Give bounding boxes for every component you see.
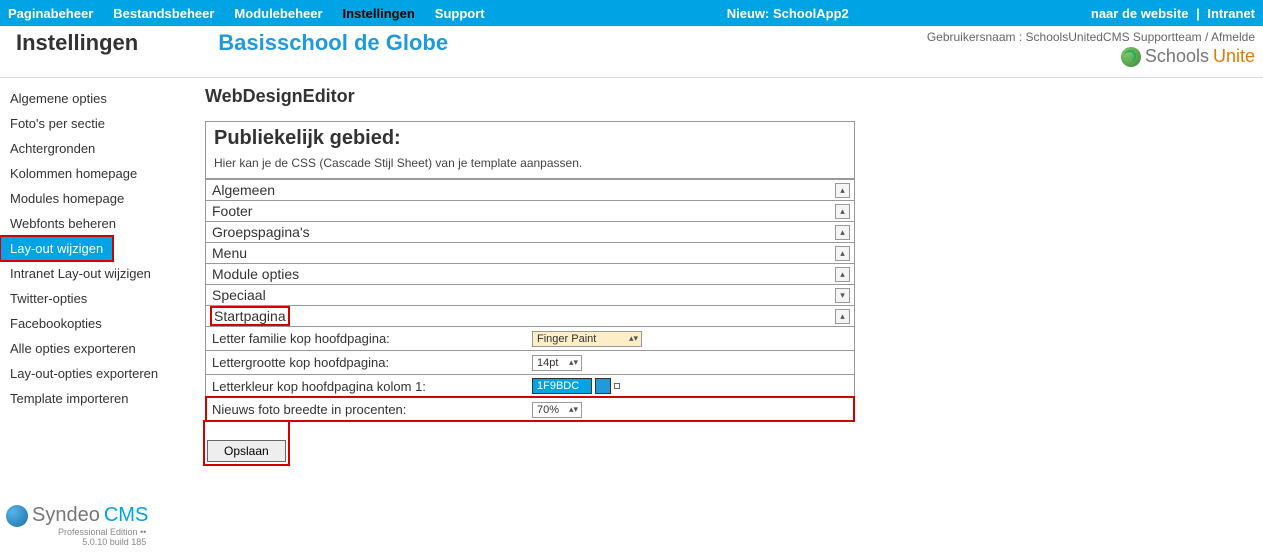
nav-bestandsbeheer[interactable]: Bestandsbeheer: [113, 6, 214, 21]
chevron-updown-icon: ▴▾: [569, 357, 578, 368]
school-name: Basisschool de Globe: [218, 30, 448, 56]
option-news-photo-width: Nieuws foto breedte in procenten: 70% ▴▾: [206, 397, 854, 421]
sidebar-item-fotos-per-sectie[interactable]: Foto's per sectie: [0, 111, 195, 136]
top-announcement: Nieuw: SchoolApp2: [727, 6, 849, 21]
chevron-updown-icon: ▴▾: [629, 333, 638, 344]
sidebar-item-kolommen-homepage[interactable]: Kolommen homepage: [0, 161, 195, 186]
collapse-up-icon[interactable]: ▴: [835, 225, 850, 240]
section-label: Speciaal: [212, 287, 266, 303]
color-input[interactable]: [532, 378, 592, 394]
section-footer[interactable]: Footer ▴: [206, 200, 854, 221]
chevron-updown-icon: ▴▾: [569, 404, 578, 415]
font-family-select[interactable]: Finger Paint ▴▾: [532, 331, 642, 347]
nav-paginabeheer[interactable]: Paginabeheer: [8, 6, 93, 21]
sidebar: Algemene opties Foto's per sectie Achter…: [0, 78, 195, 484]
footer-brand-a: Syndeo: [32, 504, 100, 527]
option-label: Nieuws foto breedte in procenten:: [212, 402, 532, 417]
option-font-family: Letter familie kop hoofdpagina: Finger P…: [206, 326, 854, 350]
footer-brand-b: CMS: [104, 504, 148, 527]
user-info: Gebruikersnaam : SchoolsUnitedCMS Suppor…: [927, 30, 1255, 44]
sidebar-item-intranet-layout[interactable]: Intranet Lay-out wijzigen: [0, 261, 195, 286]
top-nav: Paginabeheer Bestandsbeheer Modulebeheer…: [8, 6, 485, 21]
footer-version: 5.0.10 build 185: [82, 537, 146, 547]
section-module-opties[interactable]: Module opties ▴: [206, 263, 854, 284]
link-intranet[interactable]: Intranet: [1207, 6, 1255, 21]
sidebar-item-webfonts-beheren[interactable]: Webfonts beheren: [0, 211, 195, 236]
save-highlight: Opslaan: [205, 422, 288, 464]
sidebar-item-algemene-opties[interactable]: Algemene opties: [0, 86, 195, 111]
brand-logo: SchoolsUnite: [927, 46, 1255, 67]
select-value: Finger Paint: [537, 333, 596, 345]
page-title: Instellingen: [8, 30, 138, 56]
news-width-select[interactable]: 70% ▴▾: [532, 402, 582, 418]
section-startpagina[interactable]: Startpagina ▴: [206, 305, 854, 326]
footer-brand: SyndeoCMS Professional Edition •• 5.0.10…: [6, 504, 148, 547]
section-label: Startpagina: [212, 308, 288, 324]
logout-link[interactable]: Afmelde: [1211, 30, 1255, 44]
panel-heading: Publiekelijk gebied:: [214, 127, 846, 150]
section-groepspaginas[interactable]: Groepspagina's ▴: [206, 221, 854, 242]
section-label: Algemeen: [212, 182, 275, 198]
sidebar-item-layout-opties-exporteren[interactable]: Lay-out-opties exporteren: [0, 361, 195, 386]
header: Instellingen Basisschool de Globe Gebrui…: [0, 26, 1263, 78]
sidebar-item-alle-opties-exporteren[interactable]: Alle opties exporteren: [0, 336, 195, 361]
username: SchoolsUnitedCMS Supportteam: [1026, 30, 1202, 44]
sidebar-item-twitter-opties[interactable]: Twitter-opties: [0, 286, 195, 311]
collapse-up-icon[interactable]: ▴: [835, 204, 850, 219]
globe-icon: [1121, 47, 1141, 67]
link-website[interactable]: naar de website: [1091, 6, 1189, 21]
sidebar-item-layout-wijzigen[interactable]: Lay-out wijzigen: [0, 236, 113, 261]
option-label: Letter familie kop hoofdpagina:: [212, 331, 532, 346]
select-value: 14pt: [537, 357, 558, 369]
section-menu[interactable]: Menu ▴: [206, 242, 854, 263]
font-size-select[interactable]: 14pt ▴▾: [532, 355, 582, 371]
section-label: Module opties: [212, 266, 299, 282]
section-label: Footer: [212, 203, 252, 219]
save-button[interactable]: Opslaan: [207, 440, 286, 462]
content-title: WebDesignEditor: [205, 86, 1253, 107]
color-swatch[interactable]: [595, 378, 611, 394]
top-bar: Paginabeheer Bestandsbeheer Modulebeheer…: [0, 0, 1263, 26]
collapse-up-icon[interactable]: ▴: [835, 309, 850, 324]
main: Algemene opties Foto's per sectie Achter…: [0, 78, 1263, 484]
select-value: 70%: [537, 404, 559, 416]
sidebar-item-modules-homepage[interactable]: Modules homepage: [0, 186, 195, 211]
content: WebDesignEditor Publiekelijk gebied: Hie…: [195, 78, 1263, 484]
collapse-up-icon[interactable]: ▴: [835, 183, 850, 198]
nav-support[interactable]: Support: [435, 6, 485, 21]
nav-modulebeheer[interactable]: Modulebeheer: [234, 6, 322, 21]
panel-public-area: Publiekelijk gebied: Hier kan je de CSS …: [205, 121, 855, 422]
syndeo-globe-icon: [6, 505, 28, 527]
top-right-links: naar de website | Intranet: [1091, 6, 1255, 21]
color-picker-icon[interactable]: [614, 383, 620, 389]
sidebar-item-facebook-opties[interactable]: Facebookopties: [0, 311, 195, 336]
option-font-size: Lettergrootte kop hoofdpagina: 14pt ▴▾: [206, 350, 854, 374]
section-speciaal[interactable]: Speciaal ▾: [206, 284, 854, 305]
user-label: Gebruikersnaam :: [927, 30, 1026, 44]
nav-instellingen[interactable]: Instellingen: [343, 6, 415, 21]
sidebar-item-achtergronden[interactable]: Achtergronden: [0, 136, 195, 161]
option-label: Letterkleur kop hoofdpagina kolom 1:: [212, 379, 532, 394]
collapse-up-icon[interactable]: ▴: [835, 246, 850, 261]
footer-edition: Professional Edition ••: [58, 527, 146, 537]
brand-text-b: Unite: [1213, 46, 1255, 67]
option-label: Lettergrootte kop hoofdpagina:: [212, 355, 532, 370]
section-label: Menu: [212, 245, 247, 261]
brand-text-a: Schools: [1145, 46, 1209, 67]
expand-down-icon[interactable]: ▾: [835, 288, 850, 303]
section-algemeen[interactable]: Algemeen ▴: [206, 179, 854, 200]
option-font-color: Letterkleur kop hoofdpagina kolom 1:: [206, 374, 854, 397]
section-label: Groepspagina's: [212, 224, 310, 240]
separator: |: [1196, 6, 1200, 21]
sidebar-item-template-importeren[interactable]: Template importeren: [0, 386, 195, 411]
collapse-up-icon[interactable]: ▴: [835, 267, 850, 282]
panel-help-text: Hier kan je de CSS (Cascade Stijl Sheet)…: [214, 156, 846, 170]
